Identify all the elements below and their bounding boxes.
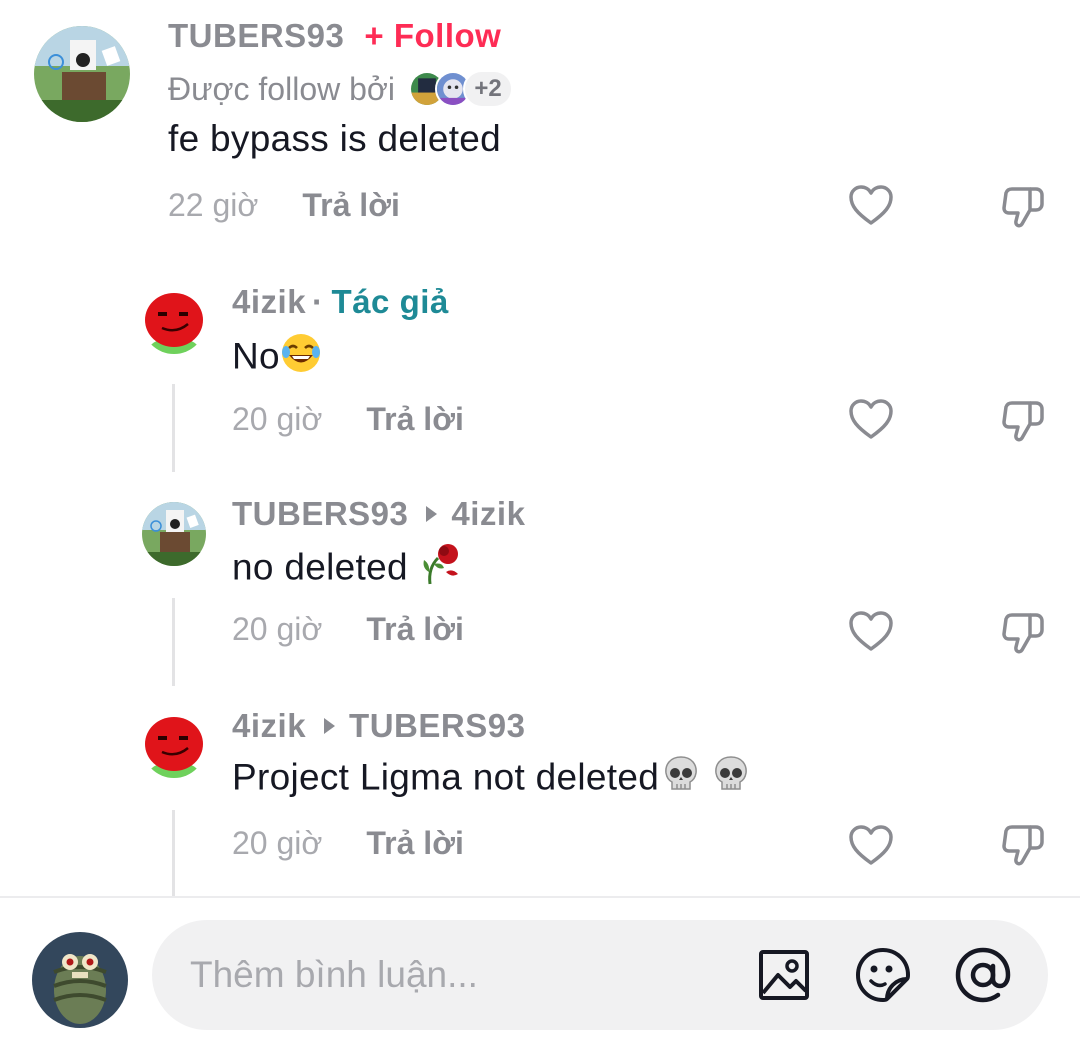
- like-button[interactable]: [848, 184, 894, 226]
- reply-text-line: No: [232, 332, 322, 378]
- current-user-avatar[interactable]: [32, 932, 128, 1028]
- reply-text-line: no deleted: [232, 542, 464, 588]
- heart-icon: [849, 185, 893, 225]
- thumbs-down-icon: [1002, 613, 1044, 654]
- comment-text: fe bypass is deleted: [168, 118, 502, 159]
- reply-button[interactable]: Trả lời: [366, 611, 463, 648]
- reply-to-username[interactable]: TUBERS93: [349, 707, 525, 745]
- reply-timestamp: 20 giờ: [232, 610, 323, 647]
- dislike-button[interactable]: [1000, 822, 1046, 868]
- reply-to-username[interactable]: 4izik: [451, 495, 525, 533]
- dislike-button[interactable]: [1000, 610, 1046, 656]
- comment-composer: [0, 898, 1080, 1050]
- reply-text: Project Ligma not deleted: [232, 756, 660, 798]
- laughing-emoji-icon: [280, 332, 322, 385]
- thread-line: [172, 598, 175, 686]
- sticker-button[interactable]: [854, 946, 912, 1004]
- thread-line: [172, 810, 175, 896]
- image-button[interactable]: [758, 949, 810, 1001]
- wilted-flower-emoji-icon: [418, 542, 464, 597]
- followed-by-label: Được follow bởi: [168, 70, 395, 107]
- mention-icon: [955, 947, 1011, 1003]
- reply-username[interactable]: TUBERS93: [232, 495, 408, 533]
- reply-text: no deleted: [232, 546, 419, 588]
- avatar[interactable]: [34, 26, 130, 122]
- comment-input[interactable]: [190, 920, 730, 1030]
- skull-emoji-icon: [711, 754, 751, 805]
- comment-username[interactable]: TUBERS93: [168, 17, 344, 55]
- heart-icon: [849, 611, 893, 651]
- reply-text-line: Project Ligma not deleted: [232, 754, 751, 800]
- followed-by-count: +2: [463, 70, 513, 108]
- dislike-button[interactable]: [1000, 184, 1046, 230]
- separator-dot: ·: [312, 283, 324, 320]
- reply-text: No: [232, 335, 280, 377]
- reply-to-arrow-icon: [324, 718, 336, 734]
- author-badge: Tác giả: [331, 283, 449, 320]
- skull-emoji-icon: [661, 754, 701, 805]
- image-icon: [759, 950, 809, 1000]
- follow-button[interactable]: + Follow: [364, 17, 501, 55]
- heart-icon: [849, 399, 893, 439]
- reply-timestamp: 20 giờ: [232, 824, 323, 861]
- mention-button[interactable]: [954, 946, 1012, 1004]
- thread-line: [172, 384, 175, 472]
- reply-item: TUBERS93 4izik no deleted 20 giờ Trả lời: [0, 484, 1080, 694]
- thumbs-down-icon: [1002, 825, 1044, 866]
- comment-input-container[interactable]: [152, 920, 1048, 1030]
- reply-item: 4izik TUBERS93 Project Ligma not deleted: [0, 696, 1080, 896]
- thumbs-down-icon: [1002, 401, 1044, 442]
- reply-button[interactable]: Trả lời: [302, 187, 399, 224]
- reply-username[interactable]: 4izik: [232, 707, 306, 745]
- like-button[interactable]: [848, 824, 894, 866]
- reply-button[interactable]: Trả lời: [366, 401, 463, 438]
- like-button[interactable]: [848, 398, 894, 440]
- avatar[interactable]: [142, 290, 206, 354]
- like-button[interactable]: [848, 610, 894, 652]
- comments-panel: TUBERS93 + Follow Được follow bởi +2 fe …: [0, 0, 1080, 1050]
- comment-timestamp: 22 giờ: [168, 186, 259, 223]
- reply-item: 4izik · Tác giả No 20 giờ Trả lời: [0, 270, 1080, 480]
- reply-timestamp: 20 giờ: [232, 400, 323, 437]
- sticker-icon: [856, 948, 910, 1002]
- avatar[interactable]: [142, 502, 206, 566]
- followed-by-avatars[interactable]: +2: [409, 70, 513, 108]
- reply-username[interactable]: 4izik: [232, 283, 306, 321]
- reply-button[interactable]: Trả lời: [366, 825, 463, 862]
- followed-by: Được follow bởi +2: [168, 68, 513, 110]
- reply-to-arrow-icon: [426, 506, 438, 522]
- thumbs-down-icon: [1002, 187, 1044, 228]
- dislike-button[interactable]: [1000, 398, 1046, 444]
- avatar[interactable]: [142, 714, 206, 778]
- heart-icon: [849, 825, 893, 865]
- comment-item: TUBERS93 + Follow Được follow bởi +2 fe …: [0, 0, 1080, 250]
